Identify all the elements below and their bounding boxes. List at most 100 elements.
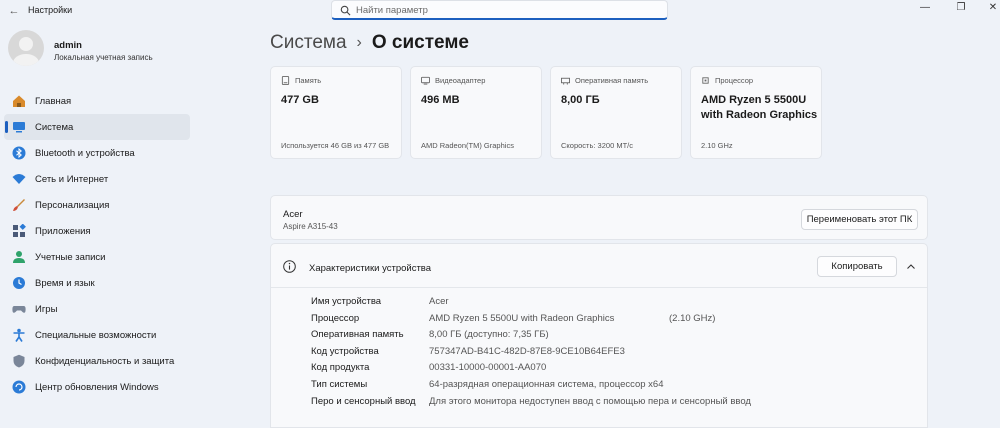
sidebar-item-accounts[interactable]: Учетные записи bbox=[4, 244, 190, 270]
spec-value: Для этого монитора недоступен ввод с пом… bbox=[429, 396, 751, 407]
sidebar-item-privacy[interactable]: Конфиденциальность и защита bbox=[4, 348, 190, 374]
spec-value: 8,00 ГБ (доступно: 7,35 ГБ) bbox=[429, 329, 549, 340]
sidebar-item-bluetooth[interactable]: Bluetooth и устройства bbox=[4, 140, 190, 166]
title-bar: ← Настройки — ❐ ✕ bbox=[0, 0, 1000, 22]
cpu-icon bbox=[702, 77, 709, 84]
spec-value: 00331-10000-00001-AA070 bbox=[429, 362, 547, 373]
storage-card[interactable]: Память 477 GB Используется 46 GB из 477 … bbox=[270, 66, 402, 159]
gamepad-icon bbox=[12, 306, 26, 313]
home-icon bbox=[13, 95, 25, 107]
card-value: 496 MB bbox=[421, 94, 460, 106]
sidebar-item-personalization[interactable]: Персонализация bbox=[4, 192, 190, 218]
page-title: О системе bbox=[371, 32, 469, 53]
rename-pc-button[interactable]: Переименовать этот ПК bbox=[801, 209, 918, 230]
spec-row-pen-touch: Перо и сенсорный ввод Для этого монитора… bbox=[311, 396, 751, 412]
pc-name-panel: Acer Aspire A315-43 Переименовать этот П… bbox=[270, 195, 928, 240]
spec-row-system-type: Тип системы 64-разрядная операционная си… bbox=[311, 379, 663, 395]
shield-icon bbox=[13, 354, 25, 368]
spec-key: Код продукта bbox=[311, 362, 370, 373]
system-icon bbox=[13, 122, 25, 133]
update-icon bbox=[12, 380, 26, 394]
bluetooth-icon bbox=[12, 146, 26, 160]
sidebar-item-gaming[interactable]: Игры bbox=[4, 296, 190, 322]
app-title: Настройки bbox=[28, 5, 73, 15]
card-subtext: Скорость: 3200 MT/c bbox=[561, 141, 633, 150]
accessibility-icon bbox=[13, 328, 25, 342]
spec-row-device-id: Код устройства 757347AD-B41C-482D-87E8-9… bbox=[311, 346, 625, 362]
minimize-icon[interactable]: — bbox=[918, 2, 932, 13]
card-label: Память bbox=[295, 76, 322, 85]
gpu-card[interactable]: Видеоадаптер 496 MB AMD Radeon(TM) Graph… bbox=[410, 66, 542, 159]
network-icon bbox=[12, 174, 26, 184]
sidebar-item-label: Главная bbox=[35, 95, 72, 107]
card-value: AMD Ryzen 5 5500U with Radeon Graphics bbox=[701, 94, 818, 121]
breadcrumb: Система › О системе bbox=[270, 32, 469, 54]
sidebar-item-time-language[interactable]: Время и язык bbox=[4, 270, 190, 296]
back-arrow-icon[interactable]: ← bbox=[6, 4, 22, 18]
pc-vendor: Acer bbox=[283, 209, 303, 220]
spec-key: Код устройства bbox=[311, 346, 379, 357]
gpu-icon bbox=[421, 76, 430, 85]
card-value: 477 GB bbox=[281, 94, 319, 106]
card-subtext: 2.10 GHz bbox=[701, 141, 733, 150]
ram-card[interactable]: Оперативная память 8,00 ГБ Скорость: 320… bbox=[550, 66, 682, 159]
card-value: 8,00 ГБ bbox=[561, 94, 600, 106]
sidebar-item-label: Система bbox=[35, 121, 74, 133]
brush-icon bbox=[13, 199, 25, 211]
close-icon[interactable]: ✕ bbox=[986, 2, 1000, 13]
apps-icon bbox=[13, 224, 26, 237]
account-type: Локальная учетная запись bbox=[54, 53, 153, 62]
spec-value: 757347AD-B41C-482D-87E8-9CE10B64EFE3 bbox=[429, 346, 625, 357]
sidebar-item-network[interactable]: Сеть и Интернет bbox=[4, 166, 190, 192]
card-label: Оперативная память bbox=[575, 76, 649, 85]
spec-key: Процессор bbox=[311, 313, 360, 324]
avatar[interactable] bbox=[8, 30, 44, 66]
chevron-up-icon[interactable] bbox=[904, 260, 918, 274]
sidebar-item-label: Специальные возможности bbox=[35, 329, 157, 341]
card-subtext: AMD Radeon(TM) Graphics bbox=[421, 141, 514, 150]
search-input[interactable] bbox=[356, 3, 656, 17]
device-specs-panel: Характеристики устройства Копировать Имя… bbox=[270, 243, 928, 428]
breadcrumb-parent[interactable]: Система bbox=[270, 32, 347, 54]
spec-value: AMD Ryzen 5 5500U with Radeon Graphics bbox=[429, 313, 615, 324]
spec-row-product-id: Код продукта 00331-10000-00001-AA070 bbox=[311, 362, 546, 378]
chevron-right-icon: › bbox=[356, 34, 362, 51]
sidebar-item-label: Сеть и Интернет bbox=[35, 173, 109, 185]
device-specs-title: Характеристики устройства bbox=[309, 263, 432, 274]
spec-row-device-name: Имя устройства Acer bbox=[311, 296, 449, 312]
pc-model: Aspire A315-43 bbox=[283, 222, 338, 231]
sidebar-item-label: Игры bbox=[35, 303, 58, 315]
sidebar-item-label: Конфиденциальность и защита bbox=[35, 355, 175, 367]
sidebar-item-home[interactable]: Главная bbox=[4, 88, 190, 114]
spec-row-ram: Оперативная память 8,00 ГБ (доступно: 7,… bbox=[311, 329, 549, 345]
user-avatar-icon bbox=[13, 37, 39, 66]
spec-value: Acer bbox=[429, 296, 449, 307]
info-icon bbox=[283, 260, 296, 273]
sidebar-nav: Главная Система Bluetooth и устройства С… bbox=[4, 88, 190, 400]
sidebar-item-apps[interactable]: Приложения bbox=[4, 218, 190, 244]
device-specs-header[interactable]: Характеристики устройства Копировать bbox=[271, 244, 927, 288]
search-icon bbox=[340, 5, 351, 16]
sidebar-item-label: Персонализация bbox=[35, 199, 110, 211]
search-box[interactable] bbox=[331, 0, 668, 20]
storage-icon bbox=[281, 76, 290, 85]
sidebar-item-system[interactable]: Система bbox=[4, 114, 190, 140]
sidebar-item-label: Учетные записи bbox=[35, 251, 106, 263]
sidebar-item-label: Центр обновления Windows bbox=[35, 381, 159, 393]
card-subtext: Используется 46 GB из 477 GB bbox=[281, 141, 390, 150]
cpu-card[interactable]: Процессор AMD Ryzen 5 5500U with Radeon … bbox=[690, 66, 822, 159]
spec-value: 64-разрядная операционная система, проце… bbox=[429, 379, 664, 390]
accounts-icon bbox=[13, 251, 25, 263]
ram-icon bbox=[561, 77, 570, 85]
card-label: Видеоадаптер bbox=[435, 76, 486, 85]
spec-key: Имя устройства bbox=[311, 296, 382, 307]
sidebar-item-label: Приложения bbox=[35, 225, 91, 237]
sidebar-item-windows-update[interactable]: Центр обновления Windows bbox=[4, 374, 190, 400]
spec-key: Оперативная память bbox=[311, 329, 404, 340]
copy-button[interactable]: Копировать bbox=[817, 256, 897, 277]
restore-icon[interactable]: ❐ bbox=[954, 2, 968, 13]
spec-extra: (2.10 GHz) bbox=[669, 313, 716, 324]
spec-row-processor: Процессор AMD Ryzen 5 5500U with Radeon … bbox=[311, 313, 911, 329]
card-label: Процессор bbox=[715, 76, 754, 85]
sidebar-item-accessibility[interactable]: Специальные возможности bbox=[4, 322, 190, 348]
